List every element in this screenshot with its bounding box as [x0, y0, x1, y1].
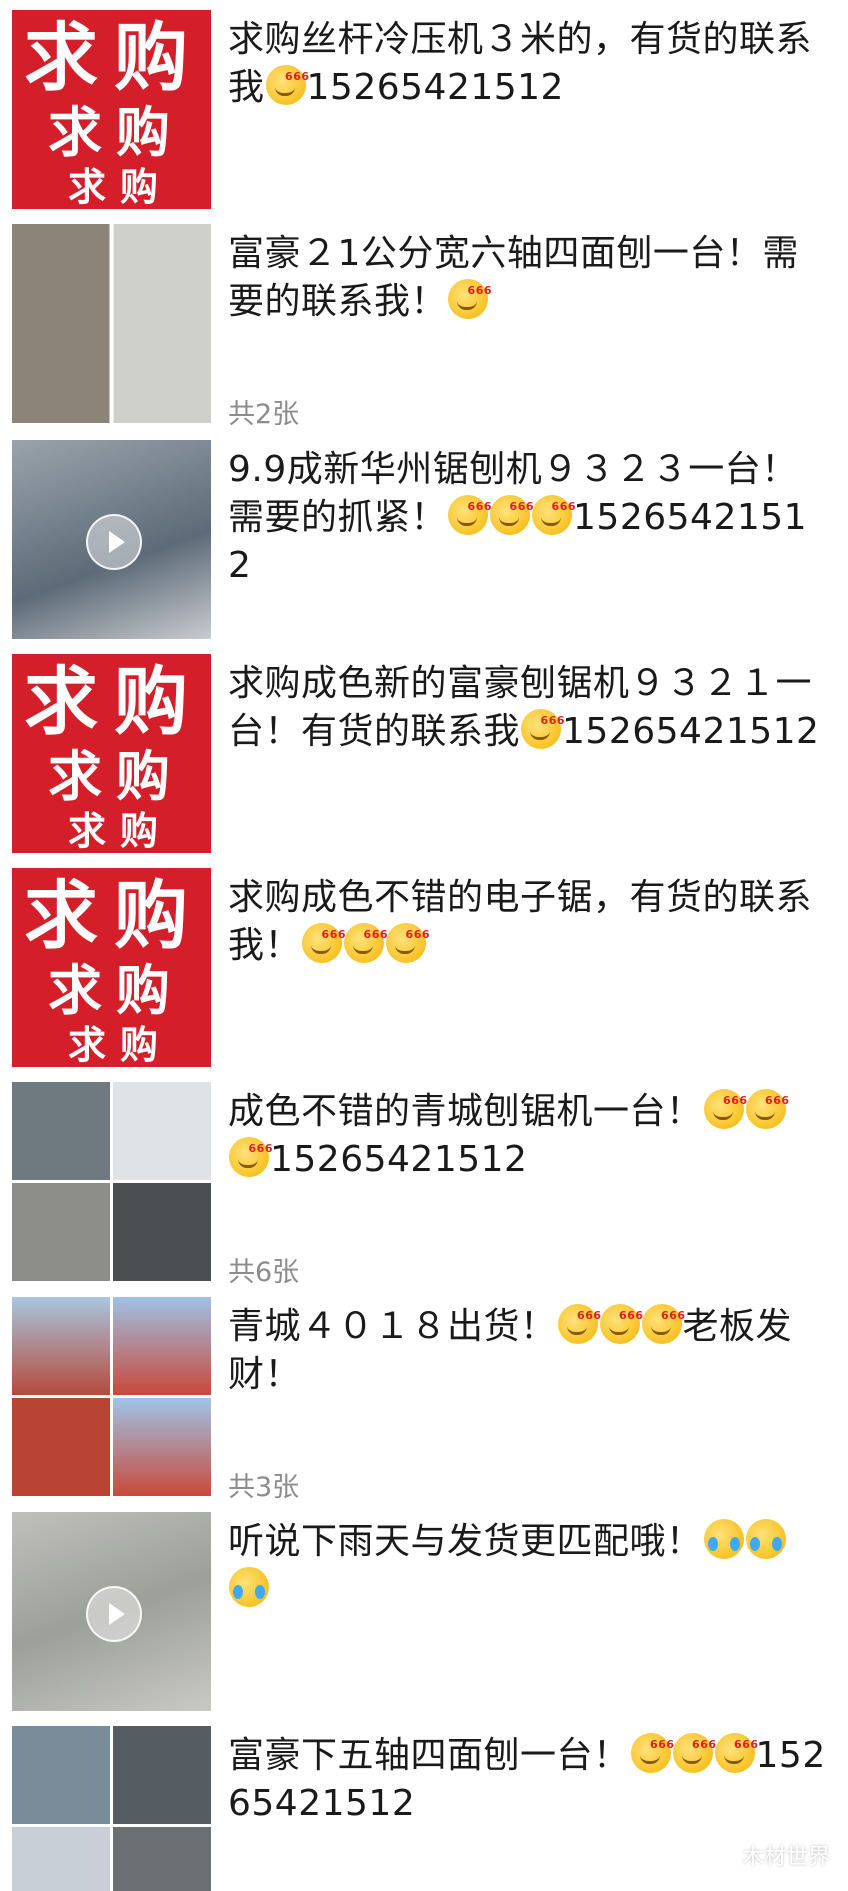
- play-icon[interactable]: [86, 514, 142, 570]
- photo-grid[interactable]: [12, 1082, 211, 1281]
- photo-grid[interactable]: [12, 1726, 211, 1891]
- machine-photo: [113, 1183, 211, 1281]
- machine-photo: [113, 1827, 211, 1891]
- smirk-emoji-icon: [448, 483, 492, 535]
- moments-feed: 求购 求购 求购 求购丝杆冷压机３米的，有货的联系我15265421512 富豪…: [0, 0, 848, 1891]
- smirk-emoji-icon: [490, 483, 534, 535]
- machine-photo: [12, 440, 211, 639]
- post-text: 富豪下五轴四面刨一台！15265421512: [228, 1721, 828, 1828]
- smirk-emoji-icon: [265, 53, 310, 105]
- image-count: 共6张: [228, 1257, 300, 1288]
- smirk-emoji-icon: [386, 911, 430, 963]
- post-text: 听说下雨天与发货更匹配哦！: [228, 1518, 828, 1614]
- machine-photo: [12, 1827, 110, 1891]
- smirk-emoji-icon: [630, 1721, 675, 1773]
- smirk-emoji-icon: [532, 483, 576, 535]
- qiugou-tile[interactable]: 求购 求购 求购: [12, 868, 211, 1067]
- post-text-main: 成色不错的青城刨锯机一台！: [228, 1091, 703, 1132]
- tears-of-joy-emoji-icon: [703, 1519, 744, 1559]
- post-text: 富豪２1公分宽六轴四面刨一台！需要的联系我！: [228, 230, 828, 326]
- machine-photo: [113, 1726, 211, 1824]
- video-thumbnail[interactable]: [12, 1512, 211, 1711]
- qiugou-mid-text: 求购: [48, 744, 184, 808]
- machine-photo: [12, 1726, 110, 1824]
- qiugou-big-text: 求购: [24, 15, 204, 101]
- post-text: 求购成色不错的电子锯，有货的联系我！: [228, 874, 828, 970]
- truck-photo: [113, 1398, 211, 1496]
- qiugou-tile[interactable]: 求购 求购 求购: [12, 654, 211, 853]
- post-text: 成色不错的青城刨锯机一台！ 15265421512: [228, 1077, 828, 1184]
- watermark: 木材世界: [708, 1839, 830, 1871]
- truck-photo: [12, 1297, 110, 1395]
- tears-of-joy-emoji-icon: [745, 1519, 786, 1559]
- image-count: 共2张: [228, 399, 300, 430]
- post-phone: 15265421512: [306, 67, 564, 108]
- smirk-emoji-icon: [672, 1721, 717, 1773]
- post-text: 求购丝杆冷压机３米的，有货的联系我15265421512: [228, 16, 828, 112]
- smirk-emoji-icon: [302, 911, 346, 963]
- qiugou-big-text: 求购: [24, 873, 204, 959]
- post-text-main: 富豪下五轴四面刨一台！: [228, 1735, 630, 1776]
- machine-photo: [12, 1082, 110, 1180]
- qiugou-small-text: 求购: [68, 808, 173, 853]
- smirk-emoji-icon: [745, 1077, 790, 1129]
- post-phone: 15265421512: [562, 711, 820, 752]
- post-text-main: 听说下雨天与发货更匹配哦！: [228, 1521, 703, 1562]
- smirk-emoji-icon: [229, 1125, 273, 1177]
- label-photo: [113, 1082, 211, 1180]
- qiugou-mid-text: 求购: [48, 100, 184, 164]
- watermark-text: 木材世界: [741, 1845, 830, 1870]
- smirk-emoji-icon: [557, 1292, 602, 1344]
- post-text-main: 青城４０１８出货！: [228, 1306, 557, 1347]
- truck-photo: [113, 1297, 211, 1395]
- ground-photo: [12, 1512, 211, 1711]
- smirk-emoji-icon: [714, 1721, 759, 1773]
- post-text: 9.9成新华州锯刨机９３２３一台！需要的抓紧！15265421512: [228, 446, 828, 590]
- image-count: 共3张: [228, 1472, 300, 1503]
- smirk-emoji-icon: [344, 911, 388, 963]
- smirk-emoji-icon: [641, 1292, 686, 1344]
- post-text-main: 富豪２1公分宽六轴四面刨一台！需要的联系我！: [228, 233, 799, 322]
- truck-photo: [12, 1398, 110, 1496]
- video-thumbnail[interactable]: [12, 440, 211, 639]
- post-text: 求购成色新的富豪刨锯机９３２１一台！有货的联系我15265421512: [228, 660, 828, 756]
- tears-of-joy-emoji-icon: [229, 1567, 269, 1607]
- qiugou-tile[interactable]: 求购 求购 求购: [12, 10, 211, 209]
- play-icon[interactable]: [86, 1586, 142, 1642]
- qiugou-small-text: 求购: [68, 164, 173, 209]
- smirk-emoji-icon: [521, 697, 565, 749]
- smirk-emoji-icon: [599, 1292, 644, 1344]
- photo-grid[interactable]: [12, 1297, 211, 1496]
- post-phone: 15265421512: [270, 1139, 528, 1180]
- smirk-emoji-icon: [703, 1077, 748, 1129]
- qiugou-big-text: 求购: [24, 659, 204, 745]
- smirk-emoji-icon: [448, 267, 492, 319]
- wechat-icon: [708, 1849, 735, 1865]
- machine-photo: [12, 1183, 110, 1281]
- qiugou-small-text: 求购: [68, 1022, 173, 1067]
- photo-grid[interactable]: [12, 224, 211, 423]
- machine-photo: [12, 224, 211, 423]
- post-text: 青城４０１８出货！老板发财！: [228, 1292, 828, 1399]
- qiugou-mid-text: 求购: [48, 958, 184, 1022]
